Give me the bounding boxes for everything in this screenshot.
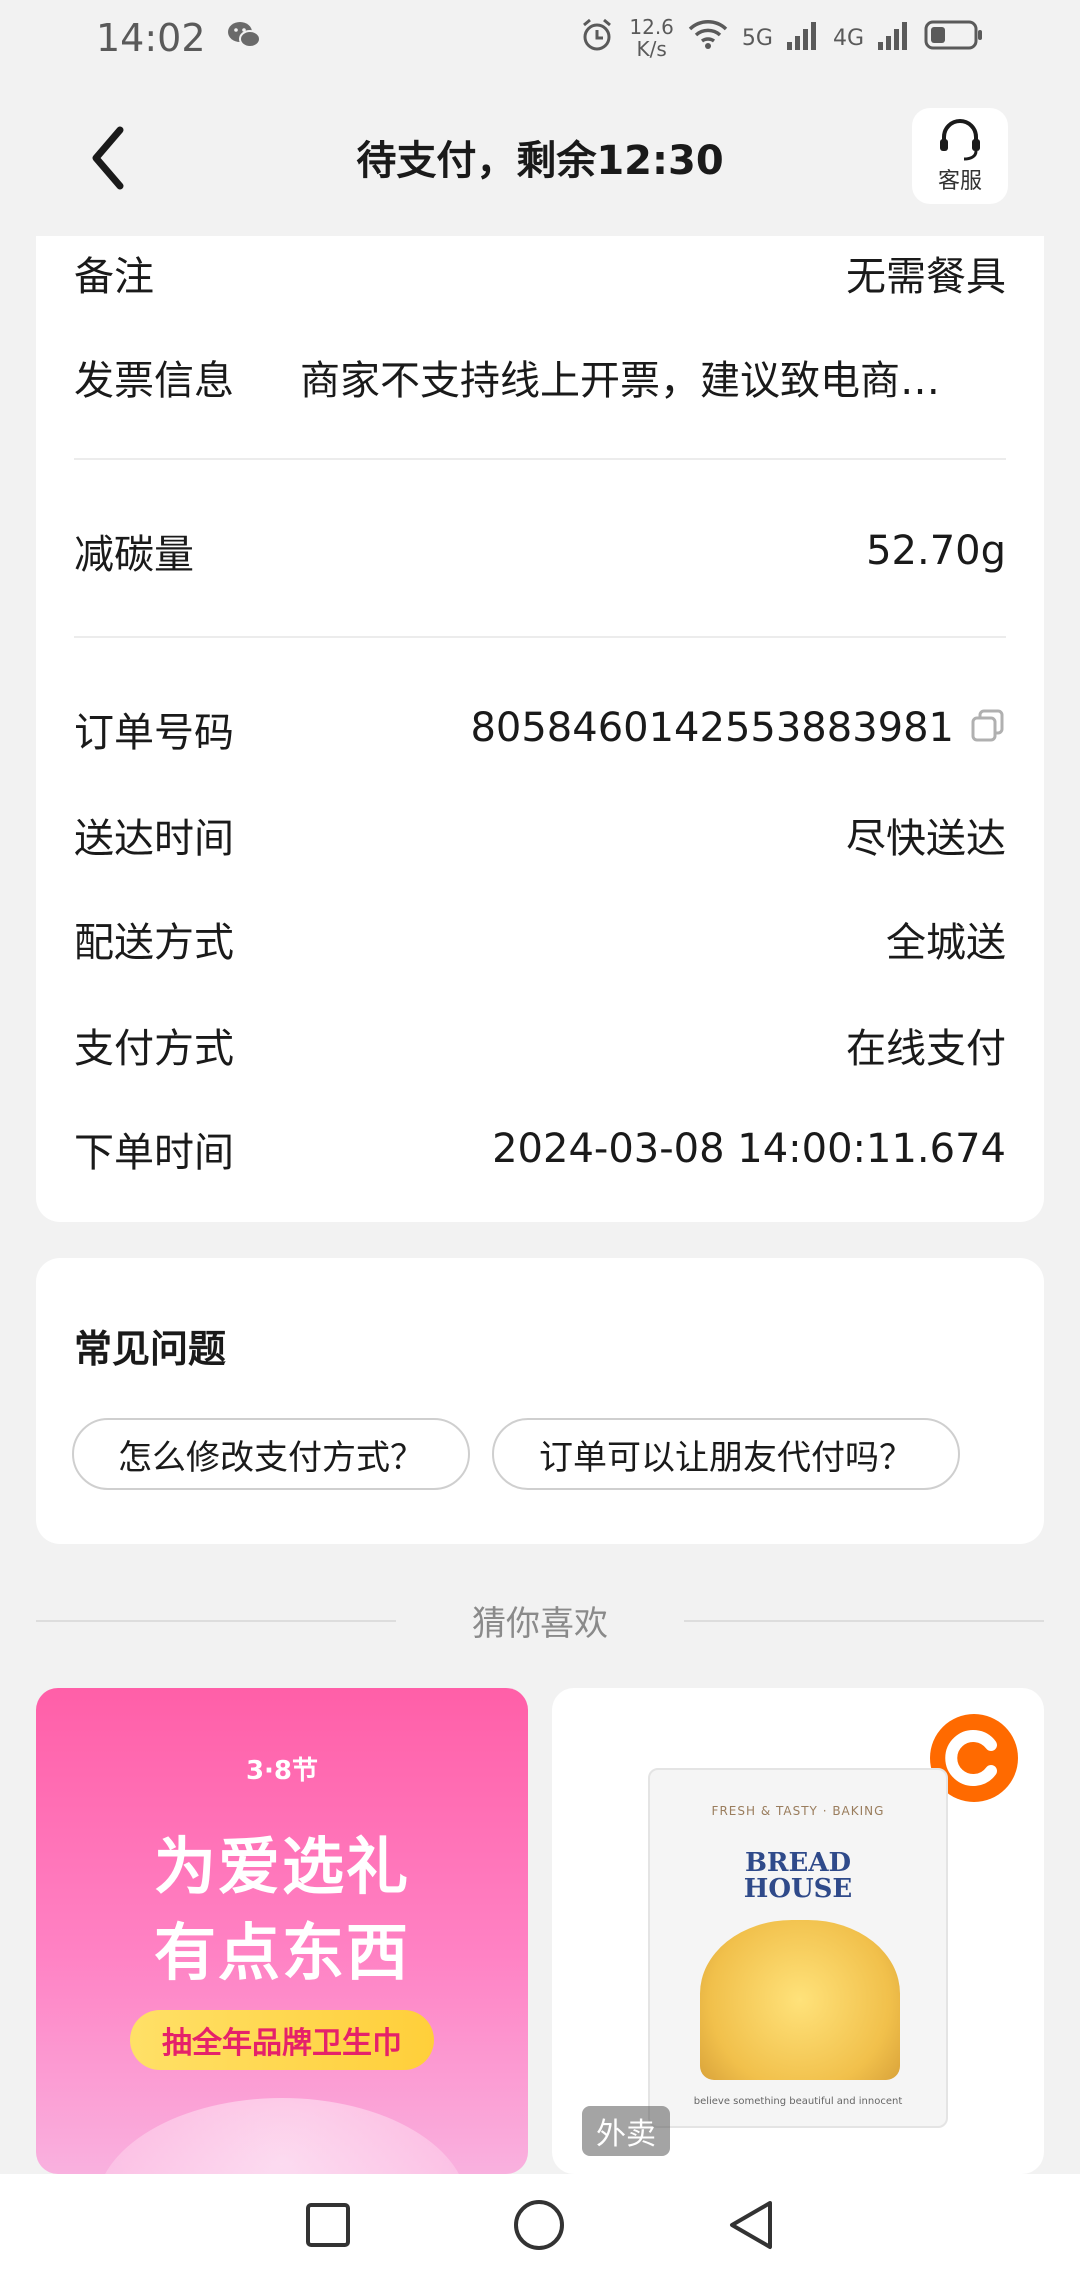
copy-icon[interactable]: [970, 707, 1006, 753]
package-bottom-text: believe something beautiful and innocent: [693, 2096, 903, 2107]
status-bar: 14:02 12.6 K/s 5G 4G: [0, 0, 1080, 76]
status-time: 14:02: [96, 16, 206, 60]
order-number-label: 订单号码: [74, 710, 234, 756]
product-card[interactable]: FRESH & TASTY · BAKING BREAD HOUSE belie…: [552, 1688, 1044, 2174]
signal-4g-label: 4G: [832, 25, 864, 51]
remark-label: 备注: [74, 254, 154, 300]
divider: [684, 1620, 1044, 1622]
signal-5g-label: 5G: [741, 25, 773, 51]
bread-slice-graphic: [700, 1920, 900, 2080]
payment-method-value: 在线支付: [846, 1026, 1006, 1072]
order-detail-page: 14:02 12.6 K/s 5G 4G 待支付，剩余12:30 客服 备注 无…: [0, 0, 1080, 2280]
remark-value: 无需餐具: [846, 254, 1006, 300]
system-nav-bar: [0, 2174, 1080, 2280]
invoice-value[interactable]: 商家不支持线上开票，建议致电商…: [300, 348, 1006, 406]
package-brand-line-2: HOUSE: [743, 1874, 853, 1904]
payment-method-label: 支付方式: [74, 1026, 234, 1072]
headset-icon: [940, 119, 980, 161]
order-number-group: 8058460142553883981: [470, 705, 1006, 753]
remark-row: 备注 无需餐具: [74, 244, 1006, 302]
package-brand: BREAD HOUSE: [650, 1850, 946, 1902]
order-time-label: 下单时间: [74, 1130, 234, 1176]
carbon-row: 减碳量 52.70g: [74, 522, 1006, 580]
delivery-time-value: 尽快送达: [846, 816, 1006, 862]
order-number-value: 8058460142553883981: [470, 705, 954, 751]
battery-icon: [924, 19, 984, 57]
delivery-time-row: 送达时间 尽快送达: [74, 806, 1006, 864]
promo-headline-2: 有点东西: [153, 1916, 410, 1989]
carbon-label: 减碳量: [74, 532, 194, 578]
order-info-card: 备注 无需餐具 发票信息 商家不支持线上开票，建议致电商… 减碳量 52.70g…: [36, 236, 1044, 1222]
invoice-label: 发票信息: [74, 358, 234, 404]
faq-question-friend-pay[interactable]: 订单可以让朋友代付吗？: [492, 1418, 960, 1490]
promo-badge: 抽全年品牌卫生巾: [130, 2010, 434, 2070]
payment-method-row: 支付方式 在线支付: [74, 1016, 1006, 1074]
alarm-icon: [579, 17, 615, 59]
faq-title: 常见问题: [74, 1327, 227, 1371]
package-brand-line-1: BREAD: [744, 1848, 852, 1878]
square-recents-icon[interactable]: [304, 2201, 352, 2253]
net-speed-unit: K/s: [636, 37, 667, 61]
promo-tag: 3·8节: [245, 1756, 319, 1786]
net-speed: 12.6 K/s: [629, 16, 674, 60]
signal-4g-icon: [878, 20, 910, 56]
delivery-method-value: 全城送: [886, 920, 1006, 966]
promo-bubble-graphic: [96, 2098, 468, 2174]
wechat-icon: [226, 16, 262, 60]
order-time-value: 2024-03-08 14:00:11.674: [492, 1126, 1006, 1172]
promo-headline-1: 为爱选礼: [153, 1830, 410, 1903]
carbon-value: 52.70g: [866, 528, 1006, 574]
signal-5g-icon: [786, 20, 819, 56]
divider: [74, 636, 1006, 638]
takeaway-tag: 外卖: [582, 2106, 670, 2156]
promo-card[interactable]: 3·8节 为爱选礼 有点东西 抽全年品牌卫生巾: [36, 1688, 528, 2174]
package-top-text: FRESH & TASTY · BAKING: [711, 1804, 885, 1818]
delivery-time-label: 送达时间: [74, 816, 234, 862]
invoice-row[interactable]: 发票信息: [74, 348, 234, 406]
order-time-row: 下单时间 2024-03-08 14:00:11.674: [74, 1120, 1006, 1178]
circle-home-icon[interactable]: [512, 2198, 566, 2256]
bread-package-image: FRESH & TASTY · BAKING BREAD HOUSE belie…: [648, 1768, 948, 2128]
customer-service-button[interactable]: 客服: [912, 108, 1008, 204]
faq-question-change-payment[interactable]: 怎么修改支付方式？: [72, 1418, 470, 1490]
customer-service-label: 客服: [937, 169, 982, 194]
net-speed-value: 12.6: [629, 15, 674, 39]
recommend-header: 猜你喜欢: [36, 1590, 1044, 1650]
header-bar: 待支付，剩余12:30 客服: [0, 76, 1080, 240]
divider: [74, 458, 1006, 460]
delivery-method-label: 配送方式: [74, 920, 234, 966]
order-number-row: 订单号码 8058460142553883981: [74, 700, 1006, 758]
faq-card: 常见问题 怎么修改支付方式？ 订单可以让朋友代付吗？: [36, 1258, 1044, 1544]
delivery-method-row: 配送方式 全城送: [74, 910, 1006, 968]
wifi-icon: [688, 19, 728, 57]
triangle-back-icon[interactable]: [726, 2199, 776, 2255]
